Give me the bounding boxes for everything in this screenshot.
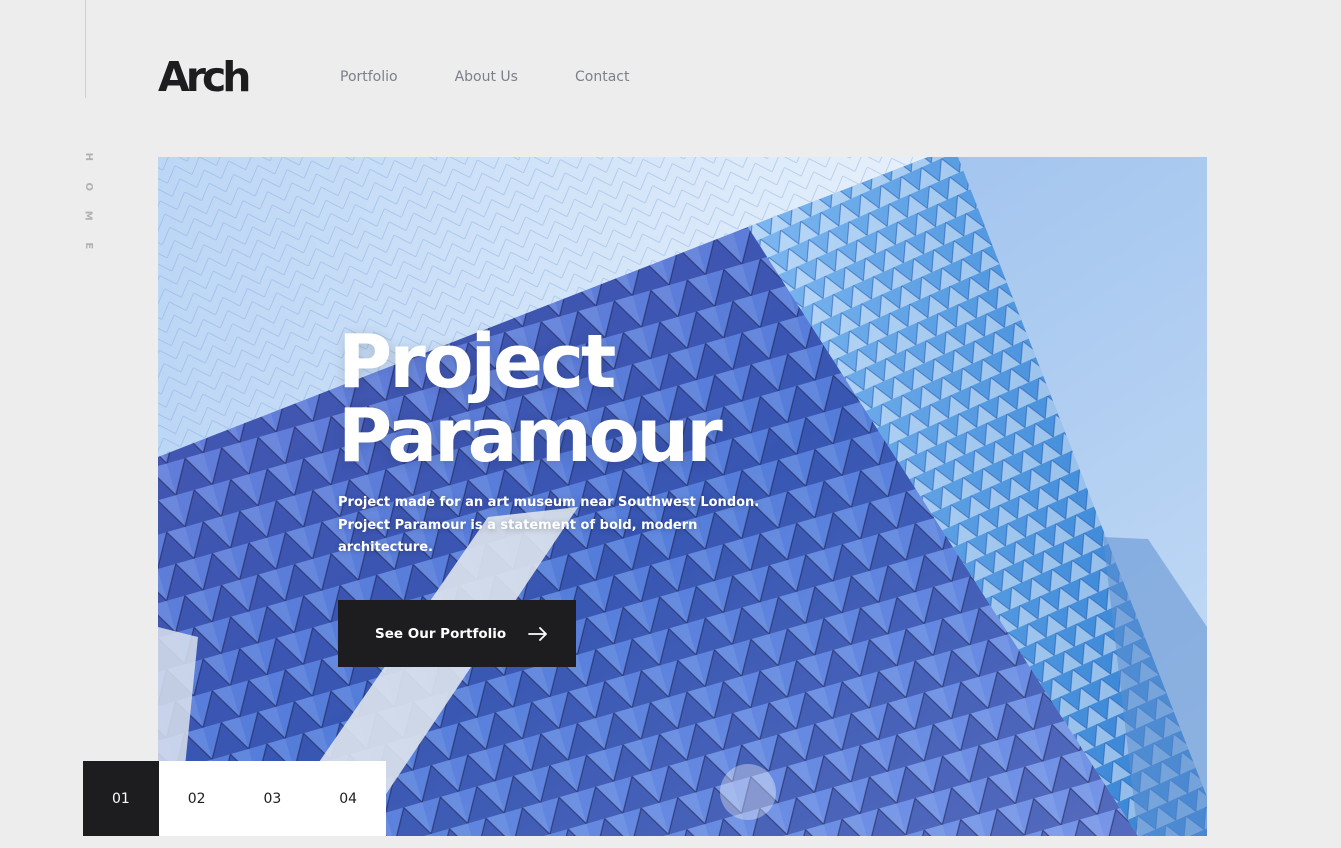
nav-link-portfolio[interactable]: Portfolio (340, 67, 398, 87)
arrow-right-icon (528, 626, 548, 641)
slide-button-04[interactable]: 04 (310, 761, 386, 836)
nav-link-about-us[interactable]: About Us (455, 67, 518, 87)
nav-link-contact[interactable]: Contact (575, 67, 629, 87)
page-indicator-letter: O (82, 181, 94, 191)
page-indicator-letter: E (82, 241, 94, 249)
see-portfolio-button[interactable]: See Our Portfolio (338, 600, 576, 667)
slide-button-01[interactable]: 01 (83, 761, 159, 836)
brand-logo[interactable]: Arch (158, 52, 251, 102)
page-indicator-letter: H (82, 152, 94, 161)
see-portfolio-label: See Our Portfolio (375, 625, 507, 642)
sidebar-divider (85, 0, 86, 98)
hero-description: Project made for an art museum near Sout… (338, 495, 760, 555)
page-indicator-letter: M (82, 210, 94, 221)
slide-button-02[interactable]: 02 (158, 761, 235, 836)
hero-section: Project Paramour Project made for an art… (158, 157, 1207, 836)
slide-pager: 01 02 03 04 (83, 761, 386, 836)
hero-title-line: Paramour (338, 393, 723, 479)
hero-title-line: Project (338, 319, 616, 405)
hero-title: Project Paramour (338, 319, 723, 479)
slide-button-03[interactable]: 03 (234, 761, 311, 836)
main-nav: Portfolio About Us Contact (340, 67, 629, 87)
page-indicator-home: H O M E (80, 142, 96, 260)
